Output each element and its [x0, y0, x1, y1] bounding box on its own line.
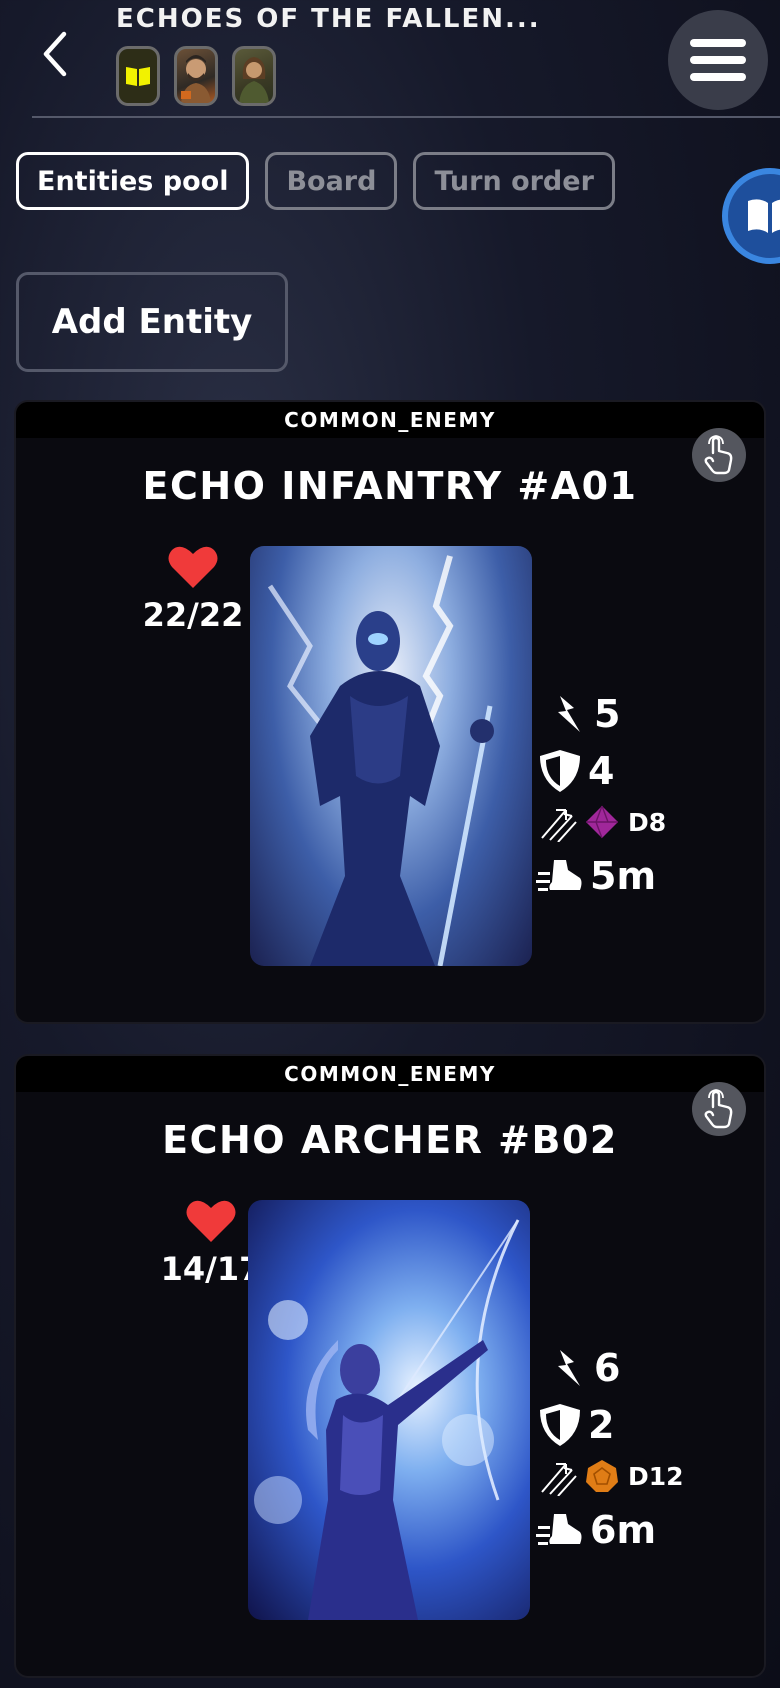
defense-value: 4	[588, 749, 615, 793]
top-bar: ECHOES OF THE FALLEN...	[0, 0, 780, 118]
entity-portrait[interactable]	[250, 546, 532, 966]
attack-value: 5	[594, 692, 621, 736]
attack-stat: 5	[554, 692, 620, 736]
add-entity-button[interactable]: Add Entity	[16, 272, 288, 372]
main-menu-button[interactable]	[668, 10, 768, 110]
campaign-title: ECHOES OF THE FALLEN...	[116, 4, 541, 34]
heart-icon	[168, 546, 218, 588]
rulebook-fab-button[interactable]	[722, 168, 780, 264]
movement-value: 6m	[590, 1508, 657, 1552]
defense-value: 2	[588, 1403, 615, 1447]
entity-portrait[interactable]	[248, 1200, 530, 1620]
d12-dice-icon	[586, 1460, 618, 1492]
defense-stat: 4	[536, 748, 614, 794]
damage-dice-stat: D12	[538, 1456, 684, 1496]
player-avatar-ranger[interactable]	[232, 46, 276, 106]
entity-card: COMMON_ENEMY ECHO INFANTRY #A01 22/22 5	[16, 402, 764, 1022]
tab-entities-pool[interactable]: Entities pool	[16, 152, 250, 210]
ranger-portrait-icon	[239, 57, 269, 103]
damage-dice-stat: D8	[538, 802, 666, 842]
tab-turn-order[interactable]: Turn order	[413, 152, 615, 210]
lightning-icon	[558, 696, 580, 732]
running-shoe-icon	[536, 860, 582, 891]
view-tabs: Entities pool Board Turn order	[16, 152, 615, 210]
open-book-icon	[748, 199, 780, 233]
hamburger-menu-icon	[690, 39, 746, 47]
heart-icon	[186, 1200, 236, 1242]
chevron-left-icon	[43, 31, 67, 77]
arrows-icon	[541, 809, 577, 842]
entity-type-label: COMMON_ENEMY	[16, 402, 764, 438]
entity-name: ECHO INFANTRY #A01	[142, 464, 638, 508]
warrior-portrait-icon	[181, 55, 211, 103]
running-shoe-icon	[536, 1514, 582, 1545]
hit-points-value: 22/22	[142, 596, 244, 634]
tab-board[interactable]: Board	[265, 152, 398, 210]
archer-figure-illustration	[254, 1219, 520, 1620]
hit-points: 22/22	[138, 544, 248, 634]
player-avatar-warrior[interactable]	[174, 46, 218, 106]
party-avatars	[116, 46, 276, 106]
movement-stat: 5m	[536, 854, 656, 898]
damage-dice-value: D8	[628, 807, 667, 837]
book-icon	[126, 67, 150, 86]
d8-dice-icon	[586, 805, 618, 839]
damage-dice-value: D12	[628, 1461, 684, 1491]
rulebook-avatar[interactable]	[116, 46, 160, 106]
arrows-icon	[541, 1463, 577, 1496]
entity-name: ECHO ARCHER #B02	[162, 1118, 618, 1162]
attack-value: 6	[594, 1346, 621, 1390]
lightning-icon	[558, 1350, 580, 1386]
movement-value: 5m	[590, 854, 657, 898]
movement-stat: 6m	[536, 1508, 656, 1552]
defense-stat: 2	[536, 1402, 614, 1448]
infantry-figure-illustration	[267, 555, 494, 966]
header-divider	[32, 116, 780, 118]
attack-stat: 6	[554, 1346, 620, 1390]
back-button[interactable]	[36, 26, 76, 82]
shield-icon	[540, 1404, 580, 1446]
shield-icon	[540, 750, 580, 792]
entity-type-label: COMMON_ENEMY	[16, 1056, 764, 1092]
entity-card: COMMON_ENEMY ECHO ARCHER #B02 14/17 6 2 …	[16, 1056, 764, 1676]
